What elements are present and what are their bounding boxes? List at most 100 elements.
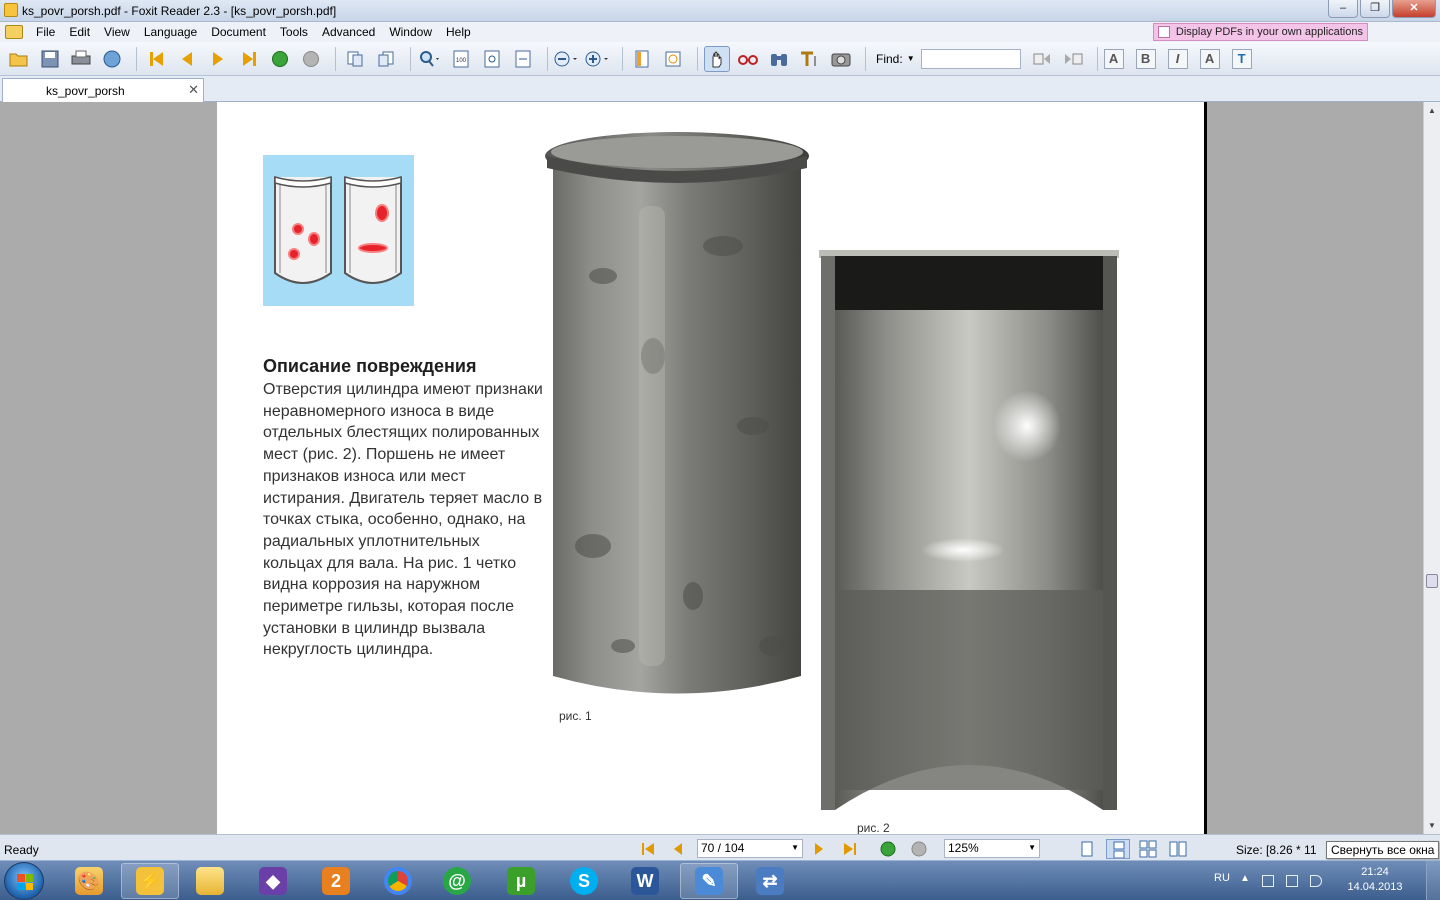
scroll-thumb[interactable] [1426, 574, 1438, 588]
hand-tool-icon[interactable] [704, 45, 730, 72]
document-viewer[interactable]: Описание повреждения Отверстия цилиндра … [0, 102, 1423, 834]
close-button[interactable]: ✕ [1392, 0, 1436, 18]
network-icon[interactable] [1286, 875, 1298, 887]
paint-app-icon[interactable]: 🎨 [60, 863, 118, 899]
file-explorer-icon[interactable] [181, 863, 239, 899]
volume-icon[interactable] [1310, 875, 1322, 887]
show-desktop-button[interactable] [1426, 861, 1440, 900]
page-number-field[interactable]: 70 / 104 ▼ [697, 839, 803, 858]
find-next-icon[interactable] [1060, 46, 1086, 72]
language-indicator[interactable]: RU [1214, 872, 1230, 884]
minimize-button[interactable]: ‒ [1328, 0, 1358, 18]
menu-edit[interactable]: Edit [62, 22, 97, 42]
system-clock[interactable]: 21:24 14.04.2013 [1340, 865, 1410, 895]
mail-agent-icon[interactable]: @ [428, 863, 486, 899]
find-options-dropdown-icon[interactable]: ▼ [907, 54, 915, 63]
tab-close-icon[interactable]: ✕ [188, 82, 199, 98]
zoom-in-icon[interactable] [585, 46, 611, 72]
zoom-out-icon[interactable] [554, 46, 580, 72]
status-previous-page-icon[interactable] [670, 841, 686, 857]
print-icon[interactable] [68, 46, 94, 72]
first-page-icon[interactable] [143, 46, 169, 72]
status-next-page-icon[interactable] [811, 841, 827, 857]
cylinder-bore-photo [819, 250, 1123, 818]
zoom-level-field[interactable]: 125% ▼ [944, 839, 1040, 858]
status-back-icon[interactable] [880, 841, 896, 857]
svg-text:100: 100 [456, 58, 467, 64]
rotate-left-icon[interactable] [342, 46, 368, 72]
find-binoculars-icon[interactable] [766, 46, 792, 72]
find-label: Find: [876, 51, 903, 66]
menu-document[interactable]: Document [204, 22, 273, 42]
visual-studio-icon[interactable]: ◆ [244, 863, 302, 899]
single-page-layout-icon[interactable] [1075, 839, 1099, 859]
scroll-up-icon[interactable]: ▲ [1428, 106, 1436, 115]
foxit-app-icon[interactable] [4, 3, 18, 17]
scroll-down-icon[interactable]: ▼ [1428, 821, 1436, 830]
status-last-page-icon[interactable] [842, 841, 858, 857]
continuous-layout-icon[interactable] [1106, 839, 1130, 859]
taskbar-app-icon[interactable]: 2 [307, 863, 365, 899]
menu-view[interactable]: View [97, 22, 137, 42]
typewriter-text-icon[interactable] [797, 46, 823, 72]
rotate-right-icon[interactable] [373, 46, 399, 72]
status-first-page-icon[interactable] [640, 841, 656, 857]
promo-icon [1157, 26, 1170, 38]
menu-advanced[interactable]: Advanced [315, 22, 382, 42]
last-page-icon[interactable] [236, 46, 262, 72]
page-dropdown-icon[interactable]: ▼ [791, 843, 799, 852]
menu-language[interactable]: Language [137, 22, 204, 42]
menu-file[interactable]: File [29, 22, 62, 42]
action-center-flag-icon[interactable] [1262, 875, 1274, 887]
chrome-icon[interactable] [369, 863, 427, 899]
continuous-facing-layout-icon[interactable] [1166, 839, 1190, 859]
document-tab[interactable]: ks_povr_porsh ✕ [2, 78, 204, 102]
previous-page-icon[interactable] [174, 46, 200, 72]
font-size-icon[interactable]: A [1103, 48, 1124, 69]
restore-button[interactable]: ❐ [1360, 0, 1390, 18]
fit-width-icon[interactable] [510, 46, 536, 72]
find-previous-icon[interactable] [1029, 46, 1055, 72]
promo-text: Display PDFs in your own applications [1175, 26, 1363, 38]
start-button[interactable] [4, 862, 44, 900]
fit-page-icon[interactable] [479, 46, 505, 72]
promo-banner[interactable]: Display PDFs in your own applications [1152, 23, 1368, 41]
section-heading: Описание повреждения [263, 356, 477, 376]
clock-date: 14.04.2013 [1347, 881, 1403, 893]
bookmark-panel-icon[interactable] [629, 46, 655, 72]
go-back-icon[interactable] [267, 46, 293, 72]
go-forward-icon[interactable] [298, 46, 324, 72]
status-forward-icon[interactable] [911, 841, 927, 857]
foxit-reader-taskbar-icon[interactable]: ⚡ [121, 863, 179, 899]
menu-tools[interactable]: Tools [273, 22, 315, 42]
menu-window[interactable]: Window [382, 22, 439, 42]
toolbar-separator [410, 46, 411, 71]
text-select-glasses-icon[interactable] [735, 46, 761, 72]
zoom-in-magnifier-icon[interactable] [417, 46, 443, 72]
facing-layout-icon[interactable] [1136, 839, 1160, 859]
tab-label: ks_povr_porsh [46, 84, 125, 98]
find-input[interactable] [920, 48, 1021, 69]
vertical-scrollbar[interactable]: ▲ ▼ [1423, 102, 1440, 834]
next-page-icon[interactable] [205, 46, 231, 72]
snapshot-camera-icon[interactable] [828, 46, 854, 72]
notepad-editor-icon[interactable]: ✎ [680, 863, 738, 899]
actual-size-icon[interactable]: 100 [448, 46, 474, 72]
show-hidden-icons-icon[interactable]: ▲ [1240, 873, 1250, 884]
text-color-icon[interactable]: A [1199, 48, 1220, 69]
document-menu-icon[interactable] [5, 25, 23, 39]
word-icon[interactable]: W [616, 863, 674, 899]
web-globe-icon[interactable] [99, 46, 125, 72]
open-folder-icon[interactable] [6, 46, 32, 72]
windows-logo-icon [17, 874, 33, 890]
menu-help[interactable]: Help [439, 22, 478, 42]
full-screen-icon[interactable] [660, 46, 686, 72]
utorrent-icon[interactable]: µ [492, 863, 550, 899]
skype-icon[interactable]: S [555, 863, 613, 899]
bold-icon[interactable]: B [1135, 48, 1156, 69]
italic-icon[interactable]: I [1167, 48, 1188, 69]
save-icon[interactable] [37, 46, 63, 72]
zoom-dropdown-icon[interactable]: ▼ [1028, 843, 1036, 852]
text-box-icon[interactable]: T [1231, 48, 1252, 69]
network-app-icon[interactable]: ⇄ [741, 863, 799, 899]
